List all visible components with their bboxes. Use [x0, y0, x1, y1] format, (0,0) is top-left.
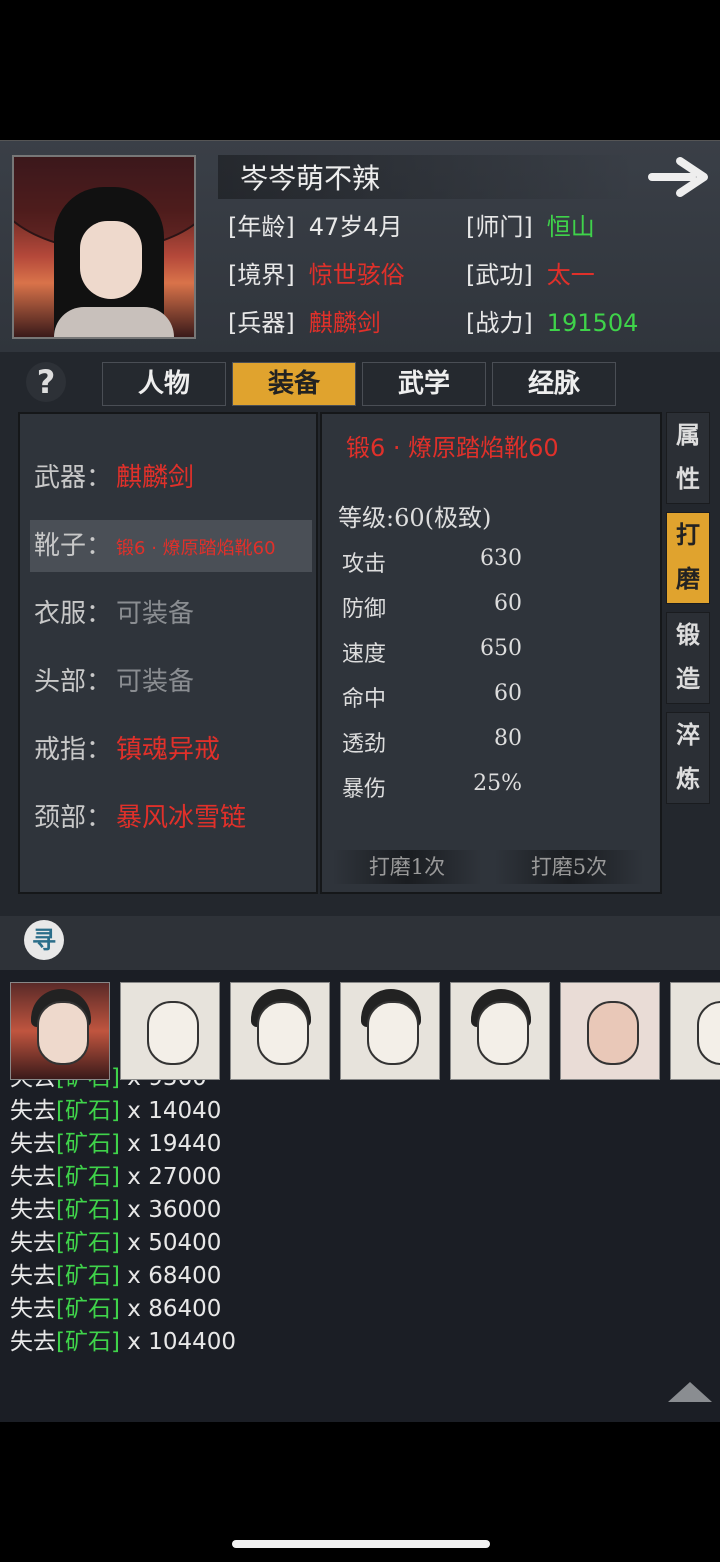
tab-martial-arts[interactable]: 武学 [362, 362, 486, 406]
character-portrait[interactable] [12, 155, 196, 339]
slot-neck[interactable]: 颈部： 暴风冰雪链 [30, 792, 312, 844]
scroll-up-icon[interactable] [668, 1382, 712, 1402]
slot-ring[interactable]: 戒指： 镇魂异戒 [30, 724, 312, 776]
avatar-face [697, 1001, 720, 1065]
portrait-face [80, 221, 142, 299]
stat-crit-damage: 暴伤 25% [342, 771, 522, 802]
side-tab-temper[interactable]: 淬炼 [666, 712, 710, 804]
side-tab-polish[interactable]: 打磨 [666, 512, 710, 604]
help-icon[interactable]: ? [26, 362, 66, 402]
tab-bar: ? 人物 装备 武学 经脉 [0, 352, 720, 408]
equipment-body: 武器： 麒麟剑 靴子： 锻6 · 燎原踏焰靴60 衣服： 可装备 头部： 可装备 戒指：… [0, 408, 720, 916]
party-avatar[interactable] [340, 982, 440, 1080]
search-icon[interactable]: 寻 [24, 920, 64, 960]
party-avatar[interactable] [10, 982, 110, 1080]
avatar-face [37, 1001, 89, 1065]
home-indicator[interactable] [232, 1540, 490, 1548]
log-line: 失去[矿石] x 14040 [10, 1098, 222, 1124]
info-weapon: [兵器] 麒麟剑 [228, 309, 381, 337]
stat-hit: 命中 60 [342, 681, 522, 712]
party-avatars [10, 982, 720, 1082]
item-detail-panel: 锻6 · 燎原踏焰靴60 等级:60(极致) 攻击 630 防御 60 速度 650 … [320, 412, 662, 894]
item-level: 等级:60(极致) [338, 504, 492, 532]
arrow-right-icon[interactable] [646, 155, 712, 199]
log-line: 失去[矿石] x 36000 [10, 1197, 222, 1223]
polish-five-button[interactable]: 打磨5次 [494, 850, 644, 884]
party-avatar[interactable] [670, 982, 720, 1080]
slot-head[interactable]: 头部： 可装备 [30, 656, 312, 708]
log-line: 失去[矿石] x 104400 [10, 1329, 236, 1355]
avatar-face [367, 1001, 419, 1065]
avatar-face [477, 1001, 529, 1065]
side-tab-attributes[interactable]: 属性 [666, 412, 710, 504]
log-line: 失去[矿石] x 50400 [10, 1230, 222, 1256]
equipment-slots-panel: 武器： 麒麟剑 靴子： 锻6 · 燎原踏焰靴60 衣服： 可装备 头部： 可装备 戒指：… [18, 412, 318, 894]
stat-penetration: 透劲 80 [342, 726, 522, 757]
item-title: 锻6 · 燎原踏焰靴60 [346, 434, 559, 462]
log-line: 失去[矿石] x 86400 [10, 1296, 222, 1322]
avatar-face [587, 1001, 639, 1065]
log-line: 失去[矿石] x 68400 [10, 1263, 222, 1289]
toolbar-strip: 寻 [0, 916, 720, 970]
info-realm: [境界] 惊世骇俗 [228, 261, 405, 289]
party-avatar[interactable] [120, 982, 220, 1080]
slot-boots[interactable]: 靴子： 锻6 · 燎原踏焰靴60 [30, 520, 312, 572]
battle-log[interactable]: 失去[矿石] x 9360 失去[矿石] x 14040 失去[矿石] x 19… [0, 970, 720, 1422]
stat-attack: 攻击 630 [342, 546, 522, 577]
party-avatar[interactable] [450, 982, 550, 1080]
portrait-robe [54, 307, 174, 337]
slot-weapon[interactable]: 武器： 麒麟剑 [30, 452, 312, 504]
stat-speed: 速度 650 [342, 636, 522, 667]
avatar-face [257, 1001, 309, 1065]
character-name: 岑岑萌不辣 [240, 162, 381, 195]
info-power: [战力] 191504 [466, 309, 639, 337]
slot-clothes[interactable]: 衣服： 可装备 [30, 588, 312, 640]
tab-equipment[interactable]: 装备 [232, 362, 356, 406]
tab-meridians[interactable]: 经脉 [492, 362, 616, 406]
polish-once-button[interactable]: 打磨1次 [332, 850, 482, 884]
side-tab-forge[interactable]: 锻造 [666, 612, 710, 704]
log-lines: 失去[矿石] x 9360 失去[矿石] x 14040 失去[矿石] x 19… [10, 1062, 236, 1359]
avatar-face [147, 1001, 199, 1065]
log-line: 失去[矿石] x 19440 [10, 1131, 222, 1157]
party-avatar[interactable] [560, 982, 660, 1080]
log-line: 失去[矿石] x 27000 [10, 1164, 222, 1190]
info-martial-art: [武功] 太一 [466, 261, 595, 289]
info-sect: [师门] 恒山 [466, 213, 595, 241]
party-avatar[interactable] [230, 982, 330, 1080]
info-age: [年龄] 47岁4月 [228, 213, 403, 241]
stat-defense: 防御 60 [342, 591, 522, 622]
character-header: 岑岑萌不辣 [年龄] 47岁4月 [师门] 恒山 [境界] 惊世骇俗 [武功] 太一 [… [0, 140, 720, 353]
tab-character[interactable]: 人物 [102, 362, 226, 406]
